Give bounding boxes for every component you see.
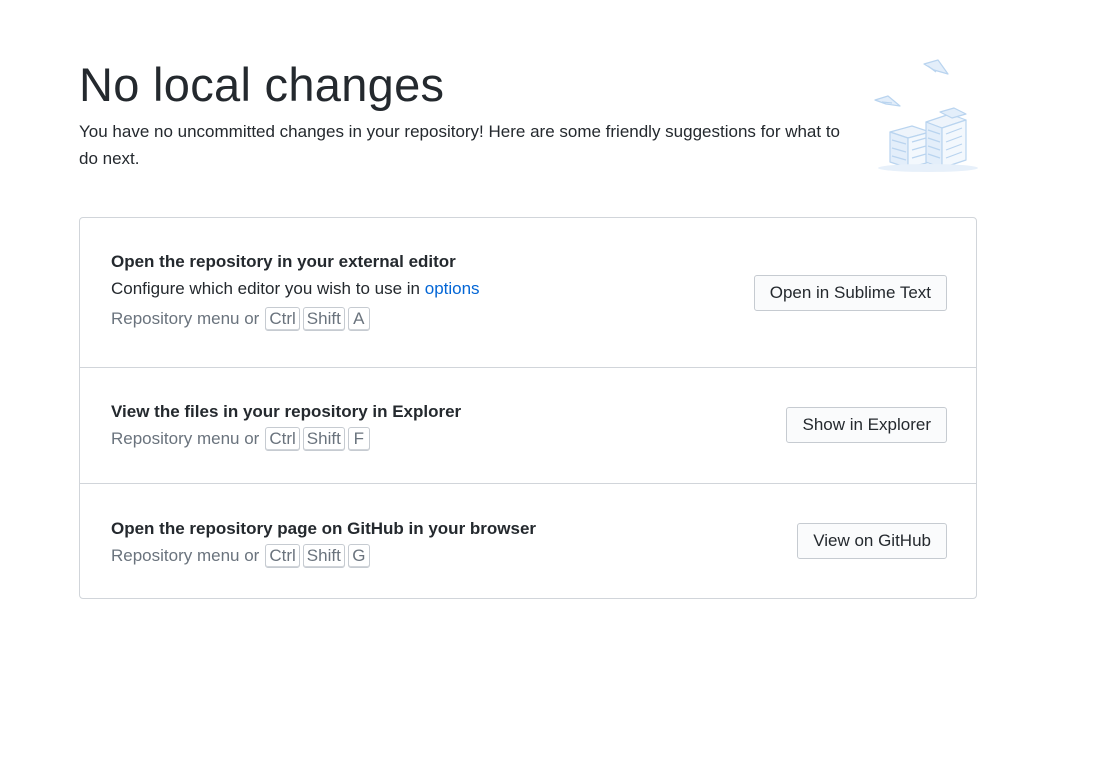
key-ctrl: Ctrl [265,307,300,331]
no-changes-view: No local changes You have no uncommitted… [0,0,1093,757]
view-on-github-button[interactable]: View on GitHub [797,523,947,559]
paper-stack-illustration-icon [874,59,978,172]
key-a: A [347,307,370,331]
options-link[interactable]: options [425,279,480,298]
key-shift: Shift [302,544,345,568]
page-subtitle: You have no uncommitted changes in your … [79,122,841,168]
shortcut-prefix: Repository menu or [111,429,260,448]
page-title: No local changes [79,58,445,111]
key-f: F [347,427,370,451]
suggestion-open-editor: Open the repository in your external edi… [80,218,976,368]
shortcut-prefix: Repository menu or [111,309,260,328]
key-ctrl: Ctrl [265,427,300,451]
suggestions-list: Open the repository in your external edi… [79,217,977,599]
open-in-sublime-button[interactable]: Open in Sublime Text [753,275,947,311]
shortcut-prefix: Repository menu or [111,546,260,565]
suggestion-show-in-explorer: View the files in your repository in Exp… [80,368,976,484]
header: No local changes You have no uncommitted… [79,52,849,172]
description-text: Configure which editor you wish to use i… [111,279,425,298]
key-ctrl: Ctrl [265,544,300,568]
key-shift: Shift [302,427,345,451]
key-g: G [347,544,370,568]
suggestion-view-on-github: Open the repository page on GitHub in yo… [80,484,976,598]
suggestion-title: Open the repository in your external edi… [111,252,456,271]
show-in-explorer-button[interactable]: Show in Explorer [786,407,947,443]
key-shift: Shift [302,307,345,331]
